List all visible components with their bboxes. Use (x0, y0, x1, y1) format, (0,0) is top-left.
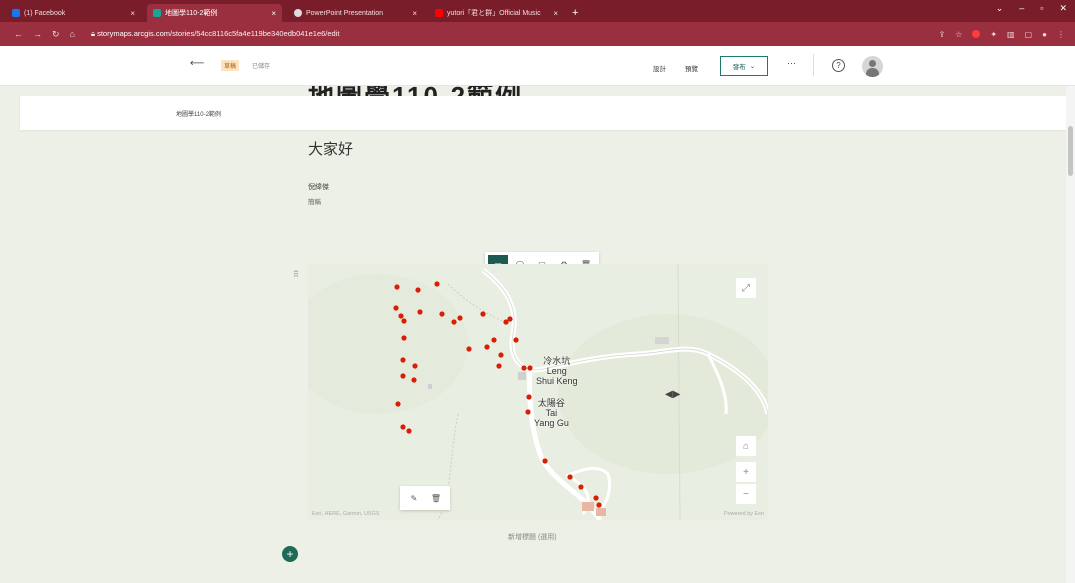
powered-by-esri: Powered by Esri (723, 511, 764, 517)
home-icon[interactable]: ⌂ (70, 29, 75, 39)
scrollbar[interactable] (1066, 86, 1075, 583)
publish-button[interactable]: 發布 ⌄ (720, 56, 768, 76)
browser-toolbar-right: ⇪ ☆ ✦ ▥ ▢ ● ⋮ (938, 30, 1065, 39)
scrollbar-thumb[interactable] (1068, 126, 1073, 176)
close-tab-icon[interactable]: × (553, 9, 558, 18)
place-label-en: Yang Gu (534, 418, 569, 428)
author-byline[interactable]: 倪緯傑 (308, 182, 329, 192)
url-path: /stories/54cc8116c5fa4e119be340edb041e1e… (170, 29, 340, 38)
story-canvas: 地圖學110-2範例 地圖學110-2範例 大家好 倪緯傑 簡稱 ⠿ ▭ ◯ ▢… (0, 86, 1066, 583)
divider (813, 54, 814, 76)
draft-badge: 草稿 (221, 60, 240, 71)
expand-icon[interactable]: ⤢ (736, 278, 756, 298)
tab-title: PowerPoint Presentation (306, 9, 384, 17)
story-sticky-nav: 地圖學110-2範例 (20, 96, 1066, 130)
browser-tab-powerpoint[interactable]: PowerPoint Presentation × (288, 4, 423, 22)
close-tab-icon[interactable]: × (412, 9, 417, 18)
place-label-zh: 太陽谷 (537, 398, 565, 408)
add-block-button[interactable]: + (282, 546, 298, 562)
youtube-icon (435, 9, 443, 17)
star-icon[interactable]: ☆ (955, 30, 962, 39)
close-tab-icon[interactable]: × (271, 9, 276, 18)
chevron-down-icon[interactable]: ⌄ (996, 3, 1004, 14)
minimize-icon[interactable]: – (1019, 3, 1024, 14)
place-label-en: Tai (545, 408, 558, 418)
back-button[interactable]: ⟵ (190, 58, 204, 69)
puzzle-icon[interactable]: ✦ (990, 30, 997, 39)
basemap (308, 264, 768, 520)
close-window-icon[interactable]: ✕ (1059, 3, 1067, 14)
byline-secondary[interactable]: 簡稱 (308, 196, 321, 206)
chevron-down-icon: ⌄ (749, 63, 756, 70)
facebook-icon (12, 9, 20, 17)
globe-icon (294, 9, 302, 17)
window-controls: ⌄ – ▫ ✕ (996, 3, 1067, 14)
tab-title: 地圖學110-2範例 (165, 10, 218, 17)
story-heading[interactable]: 大家好 (308, 138, 353, 159)
nav-story-title: 地圖學110-2範例 (176, 112, 221, 118)
maximize-icon[interactable]: ▫ (1040, 3, 1043, 14)
profile-icon[interactable]: ● (1042, 30, 1047, 39)
close-tab-icon[interactable]: × (130, 9, 135, 18)
saved-status: 已儲存 (252, 64, 271, 70)
browser-tab-storymap[interactable]: 地圖學110-2範例 × (147, 4, 282, 22)
share-icon[interactable]: ⇪ (938, 30, 945, 39)
drag-handle-icon[interactable]: ⠿ (293, 270, 299, 279)
place-label-zh: 冷水坑 (543, 356, 571, 366)
tab-title: (1) Facebook (24, 9, 66, 17)
place-label-en: Shui Keng (536, 376, 578, 386)
browser-tab-strip: (1) Facebook × 地圖學110-2範例 × PowerPoint P… (0, 0, 1075, 22)
tab-title: yutori「君と群」Official Music (447, 10, 541, 17)
sidebar-icon[interactable]: ▥ (1007, 30, 1015, 39)
reload-icon[interactable]: ↻ (52, 29, 60, 40)
address-bar-row: ← → ↻ ⌂ 🔒︎ storymaps.arcgis.com/stories/… (0, 22, 1075, 46)
place-label-lengshuikeng: 冷水坑 Leng Shui Keng (536, 356, 578, 386)
map-block[interactable]: 冷水坑 Leng Shui Keng 太陽谷 Tai Yang Gu ⤢ ⌂ +… (308, 264, 768, 520)
map-attribution: Esri, HERE, Garmin, USGS (312, 511, 380, 517)
extension-icon[interactable] (972, 30, 981, 38)
place-label-en: Leng (546, 366, 567, 376)
browser-tab-youtube[interactable]: yutori「君と群」Official Music × (429, 4, 564, 22)
zoom-out-button[interactable]: − (736, 484, 756, 504)
resize-handle-icon[interactable]: ◀▶ (665, 389, 680, 400)
publish-label: 發布 (732, 64, 746, 71)
browser-tab-facebook[interactable]: (1) Facebook × (6, 4, 141, 22)
builder-header: ⟵ 草稿 已儲存 設計 預覽 發布 ⌄ ··· ? (0, 46, 1075, 86)
lock-icon: 🔒︎ (90, 29, 95, 38)
menu-dots-icon[interactable]: ⋮ (1057, 30, 1065, 39)
place-label-taiyanggu: 太陽谷 Tai Yang Gu (534, 398, 569, 428)
help-button[interactable]: ? (832, 59, 845, 72)
avatar[interactable] (862, 56, 883, 77)
home-icon[interactable]: ⌂ (736, 436, 756, 456)
design-button[interactable]: 設計 (653, 63, 666, 73)
zoom-in-button[interactable]: + (736, 462, 756, 482)
new-tab-button[interactable]: + (572, 4, 578, 22)
preview-button[interactable]: 預覽 (685, 63, 698, 73)
more-options-button[interactable]: ··· (787, 58, 796, 68)
forward-arrow-icon[interactable]: → (33, 29, 42, 39)
map-caption-field[interactable]: 新增標題 (選用) (508, 532, 557, 542)
window-icon[interactable]: ▢ (1025, 30, 1033, 39)
storymaps-icon (153, 9, 161, 17)
trash-icon[interactable]: 🗑︎ (426, 489, 446, 507)
map-edit-tools: ✎ 🗑︎ (400, 486, 450, 510)
back-arrow-icon[interactable]: ← (14, 29, 23, 39)
pencil-icon[interactable]: ✎ (404, 489, 424, 507)
url-host: storymaps.arcgis.com (97, 29, 171, 38)
url-field[interactable]: 🔒︎ storymaps.arcgis.com/stories/54cc8116… (91, 29, 339, 39)
